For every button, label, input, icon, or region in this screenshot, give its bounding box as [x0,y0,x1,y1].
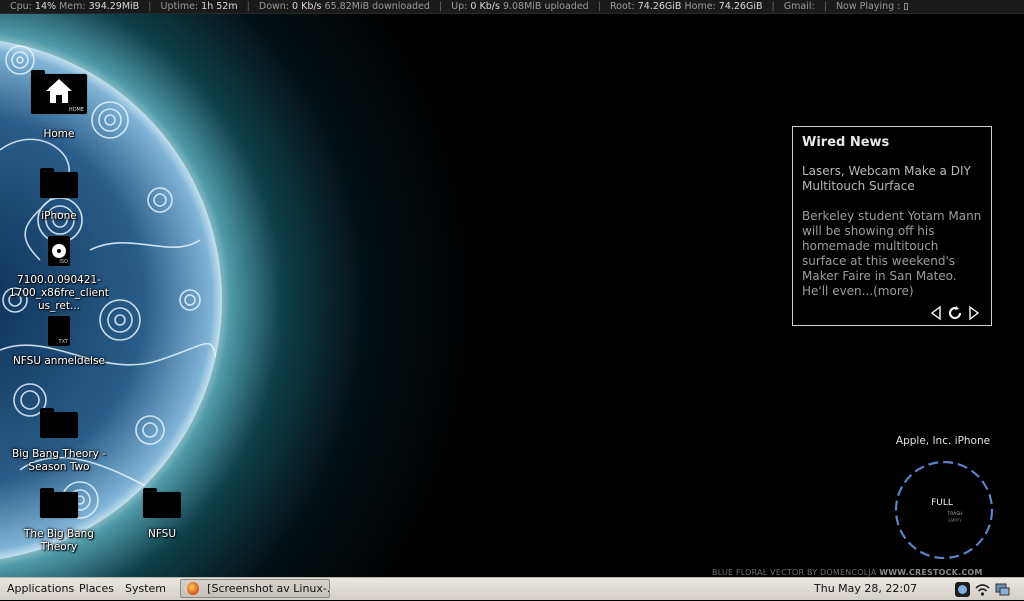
desktop-icon-iso[interactable]: ISO 7100.0.090421-1700_x86fre_client_en-… [9,236,109,314]
folder-icon [143,488,181,518]
wallpaper-credit: BLUE FLORAL VECTOR BY DOMENCOLJA WWW.CRE… [712,568,1002,577]
system-menu[interactable]: System [125,582,166,595]
system-tray [954,581,1011,598]
uptime-label: Uptime: [160,1,199,12]
credit-author: BLUE FLORAL VECTOR BY DOMENCOLJA [712,568,877,577]
desktop-icon-the-big-bang-theory[interactable]: The Big Bang Theory [9,488,109,554]
previous-icon[interactable] [929,305,945,321]
desktop-icon-bbt-season-two[interactable]: Big Bang Theory - Season Two [9,408,109,474]
news-widget: Wired News Lasers, Webcam Make a DIY Mul… [792,126,992,326]
trash-sub-label: EMPTY [948,518,962,523]
storage-gauge-icon[interactable] [893,459,995,561]
home-value: 74.26GiB [718,1,763,12]
mem-value: 394.29MiB [88,1,140,12]
downloaded-total: 65.82MiB downloaded [324,1,430,12]
cpu-label: Cpu: [10,1,32,12]
trash-label: TRASH [947,512,963,517]
places-menu[interactable]: Places [79,582,114,595]
refresh-icon[interactable] [947,305,963,321]
pidgin-icon[interactable] [954,581,971,598]
uploaded-total: 9.08MiB uploaded [502,1,589,12]
applications-menu[interactable]: Applications [7,582,74,595]
desktop-icon-label: The Big Bang Theory [24,528,94,553]
folder-icon [40,488,78,518]
credit-site: WWW.CRESTOCK.COM [879,568,983,577]
storage-status: FULL [931,498,953,508]
now-playing-label: Now Playing : [835,1,901,12]
news-summary[interactable]: Berkeley student Yotam Mann will be show… [802,209,982,299]
down-label: Down: [258,1,289,12]
desktop-icon-text-file[interactable]: TXT NFSU anmeldelse [9,316,109,368]
desktop-icon-label: NFSU [147,528,177,540]
iso-disc-icon: ISO [48,236,70,266]
iphone-widget-title: Apple, Inc. iPhone [895,435,991,447]
desktop-icon-label: 7100.0.090421-1700_x86fre_client_en-us_r… [9,274,109,312]
clock[interactable]: Thu May 28, 22:07 [814,582,917,595]
uptime-value: 1h 52m [201,1,238,12]
taskbar-window-button[interactable]: [Screenshot av Linux-... [180,579,330,598]
gmail-label: Gmail: [783,1,815,12]
root-value: 74.26GiB [637,1,682,12]
news-nav [929,305,981,321]
desktop-icon-label: iPhone [41,210,77,222]
home-label: Home: [684,1,716,12]
now-playing-value: ▯ [903,1,909,12]
up-label: Up: [451,1,468,12]
wireless-icon[interactable] [974,581,991,598]
mem-label: Mem: [59,1,86,12]
desktop-icon-iphone[interactable]: iPhone [9,168,109,223]
up-value: 0 Kb/s [470,1,500,12]
system-monitor-bar: Cpu: 14% Mem: 394.29MiB | Uptime: 1h 52m… [0,0,1024,14]
news-title: Wired News [802,135,890,150]
home-folder-icon: HOME [31,70,87,114]
folder-icon [40,408,78,438]
news-headline[interactable]: Lasers, Webcam Make a DIY Multitouch Sur… [802,164,982,194]
desktop-icon-home[interactable]: HOME Home [9,70,109,141]
desktop-icon-nfsu[interactable]: NFSU [112,488,212,541]
firefox-icon [187,582,200,595]
desktop-icon-label: NFSU anmeldelse [12,355,106,367]
down-value: 0 Kb/s [292,1,322,12]
text-file-icon: TXT [48,316,70,346]
network-icon[interactable] [994,581,1011,598]
desktop-icon-label: Big Bang Theory - Season Two [11,448,107,473]
desktop-icon-label: Home [43,128,75,140]
root-label: Root: [609,1,635,12]
cpu-value: 14% [34,1,57,12]
window-title: [Screenshot av Linux-... [207,582,329,595]
folder-icon [40,168,78,198]
next-icon[interactable] [965,305,981,321]
bottom-panel: Applications Places System [Screenshot a… [0,577,1024,600]
